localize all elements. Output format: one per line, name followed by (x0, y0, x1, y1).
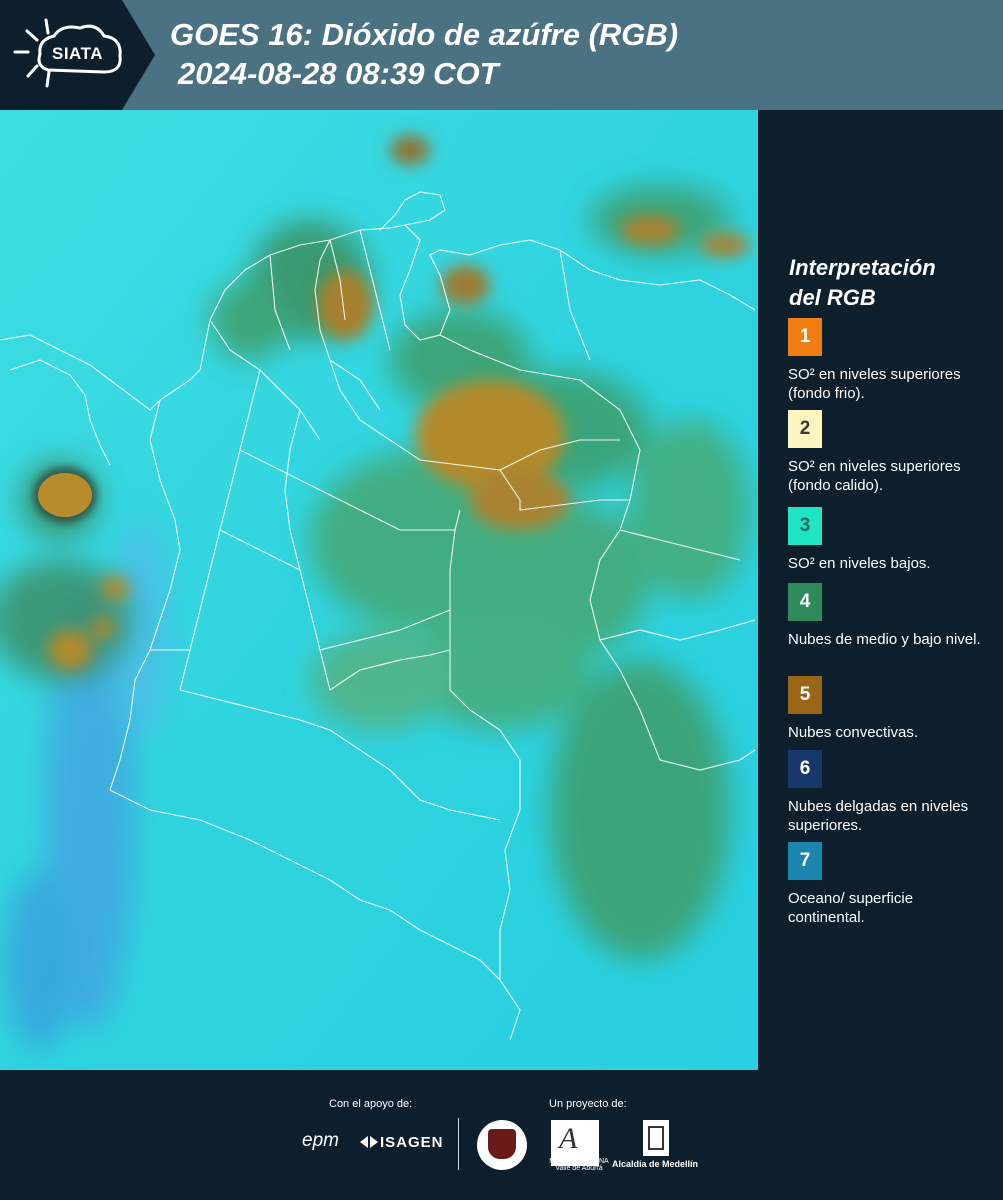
footer-divider (458, 1118, 459, 1170)
legend-item-text: Nubes de medio y bajo nivel. (788, 631, 981, 648)
header: SIATA GOES 16: Dióxido de azúfre (RGB) 2… (0, 0, 1003, 110)
alcaldia-logo-text: Alcaldía de Medellín (612, 1159, 699, 1169)
legend-title: Interpretación del RGB (789, 253, 989, 313)
legend-item-text: Oceano/ superficie continental. (788, 890, 914, 926)
legend-title-line1: Interpretación (789, 255, 936, 280)
siata-logo-text: SIATA (52, 44, 103, 63)
legend-item-text: SO² en niveles bajos. (788, 555, 931, 572)
page-title: GOES 16: Dióxido de azúfre (RGB) (170, 17, 679, 52)
page-timestamp: 2024-08-28 08:39 COT (178, 56, 499, 91)
legend-item-1: 1 SO² en niveles superiores (fondo frio). (788, 318, 993, 403)
project-label: Un proyecto de: (549, 1098, 627, 1110)
legend-item-5: 5 Nubes convectivas. (788, 676, 993, 742)
legend-swatch: 2 (788, 410, 822, 448)
legend-title-line2: del RGB (789, 285, 876, 310)
convective-cell-pacific (33, 467, 97, 523)
legend-swatch: 6 (788, 750, 822, 788)
isagen-icon (360, 1134, 378, 1155)
medellin-seal-icon (477, 1120, 527, 1170)
support-label: Con el apoyo de: (329, 1098, 413, 1110)
seal-shield-icon (488, 1129, 516, 1159)
legend-item-3: 3 SO² en niveles bajos. (788, 507, 993, 573)
legend-item-text: Nubes convectivas. (788, 724, 919, 741)
legend-item-4: 4 Nubes de medio y bajo nivel. (788, 583, 993, 649)
isagen-logo: ISAGEN (380, 1134, 444, 1151)
area-metropolitana-text: METROPOLITANA Valle de Aburrá (549, 1158, 609, 1172)
legend-swatch: 4 (788, 583, 822, 621)
legend-panel: Interpretación del RGB 1 SO² en niveles s… (760, 110, 1003, 1070)
siata-logo: SIATA (0, 0, 155, 110)
legend-item-6: 6 Nubes delgadas en niveles superiores. (788, 750, 993, 835)
legend-swatch: 1 (788, 318, 822, 356)
legend-item-2: 2 SO² en niveles superiores (fondo calido… (788, 410, 993, 495)
legend-item-text: SO² en niveles superiores (fondo frio). (788, 366, 961, 402)
legend-item-7: 7 Oceano/ superficie continental. (788, 842, 993, 927)
legend-item-text: SO² en niveles superiores (fondo calido)… (788, 458, 961, 494)
legend-swatch: 7 (788, 842, 822, 880)
legend-swatch: 5 (788, 676, 822, 714)
epm-logo: epm (302, 1130, 339, 1151)
satellite-map[interactable] (0, 110, 758, 1070)
legend-swatch: 3 (788, 507, 822, 545)
footer: Con el apoyo de: Un proyecto de: epm ISA… (0, 1070, 1003, 1200)
legend-item-text: Nubes delgadas en niveles superiores. (788, 798, 969, 834)
alcaldia-crest-icon (643, 1120, 669, 1156)
